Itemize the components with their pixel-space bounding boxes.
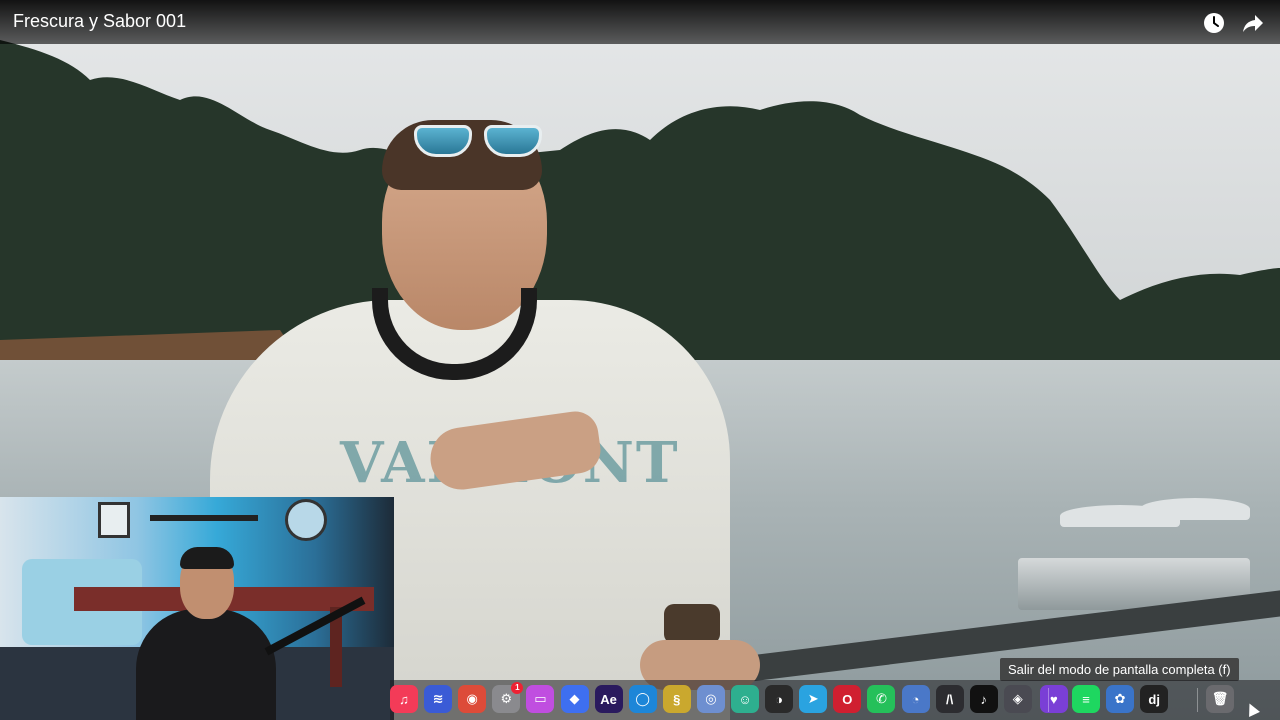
dock-item-audio-app[interactable]: ≋ (424, 685, 453, 713)
streamer-body (136, 609, 276, 720)
exit-fullscreen-tooltip: Salir del modo de pantalla completa (f) (1000, 658, 1239, 681)
dock: ♫ ≋ ◉ ⚙ 1 ▭ ◆ Ae ◯ § ◎ ☺ ◑ ➤ O ✆ ◔ /\ ♪ ◈ ♥ ≡ ✿ dj 🗑 (390, 680, 1280, 720)
trash-icon: 🗑 (1211, 691, 1229, 706)
whatsapp-icon: ✆ (875, 691, 887, 706)
dock-item-spotify[interactable]: ≡ (1072, 685, 1100, 713)
tiktok-icon: ♪ (980, 691, 987, 707)
streamer-hair (180, 547, 234, 569)
dock-item-tiktok[interactable]: ♪ (969, 685, 998, 713)
spotify-icon: ≡ (1082, 691, 1090, 707)
python-icon: § (673, 691, 681, 707)
dock-item-app-blue[interactable]: ◆ (560, 685, 589, 713)
dock-item-gauge[interactable]: ◔ (901, 685, 930, 713)
flower-icon: ✿ (1114, 691, 1126, 706)
wristwatch (664, 604, 720, 644)
obs-icon: ◑ (775, 691, 784, 707)
sunglasses (410, 125, 544, 159)
dock-item-drv[interactable]: ◎ (696, 685, 725, 713)
dock-item-trash[interactable]: 🗑 (1206, 685, 1234, 713)
dock-item-music[interactable]: ♫ (390, 685, 418, 713)
music-note-icon: ♫ (399, 691, 409, 707)
wall-picture (98, 502, 130, 538)
video-title[interactable]: Frescura y Sabor 001 (13, 11, 186, 32)
wall-shelf (150, 515, 258, 521)
round-mirror (285, 499, 327, 541)
gear-icon: ⚙ (500, 691, 513, 706)
dock-item-settings[interactable]: ⚙ 1 (492, 682, 524, 713)
dock-item-app-purple[interactable]: ▭ (526, 685, 555, 713)
dock-item-python[interactable]: § (662, 685, 691, 713)
drive-icon: ◎ (705, 691, 717, 706)
notification-badge: 1 (511, 682, 524, 694)
dock-item-after-effects[interactable]: Ae (594, 685, 623, 713)
waveform-icon: ≋ (432, 691, 444, 706)
dock-item-telegram[interactable]: ➤ (799, 685, 828, 713)
opera-icon: O (842, 691, 853, 707)
webcam-overlay (0, 497, 394, 720)
dock-separator (1048, 688, 1049, 712)
vector-icon: /\ (945, 691, 954, 707)
dock-item-chrome[interactable]: ◉ (458, 685, 487, 713)
chrome-icon: ◉ (466, 691, 478, 706)
dock-item-dj-app[interactable]: dj (1140, 685, 1169, 713)
dock-item-opera[interactable]: O (833, 685, 862, 713)
speedometer-icon: ◔ (911, 691, 920, 707)
tool-icon: ◈ (1012, 691, 1023, 706)
dock-item-obs[interactable]: ◑ (765, 685, 794, 713)
heart-icon: ♥ (1050, 691, 1058, 707)
telegram-icon: ➤ (807, 691, 819, 706)
dock-item-vector-app[interactable]: /\ (935, 685, 964, 713)
after-effects-icon: Ae (600, 691, 617, 707)
cube-icon: ◆ (569, 691, 580, 706)
clock-icon[interactable] (1202, 11, 1226, 35)
dock-item-whatsapp[interactable]: ✆ (867, 685, 896, 713)
window-icon: ▭ (534, 691, 547, 706)
chat-bot-icon: ☺ (738, 691, 752, 707)
dock-item-circle-app[interactable]: ◯ (628, 685, 657, 713)
dock-item-flower-app[interactable]: ✿ (1106, 685, 1135, 713)
dock-item-tool-app[interactable]: ◈ (1003, 685, 1032, 713)
share-arrow-icon[interactable] (1241, 11, 1265, 35)
dj-icon: dj (1148, 691, 1160, 707)
ring-icon: ◯ (635, 691, 650, 706)
dock-separator (1197, 688, 1198, 712)
dock-item-heart-app[interactable]: ♥ (1039, 685, 1068, 713)
dock-item-discord-like[interactable]: ☺ (731, 685, 759, 713)
video-title-bar: Frescura y Sabor 001 (0, 0, 1280, 44)
umbrella (1140, 498, 1250, 520)
